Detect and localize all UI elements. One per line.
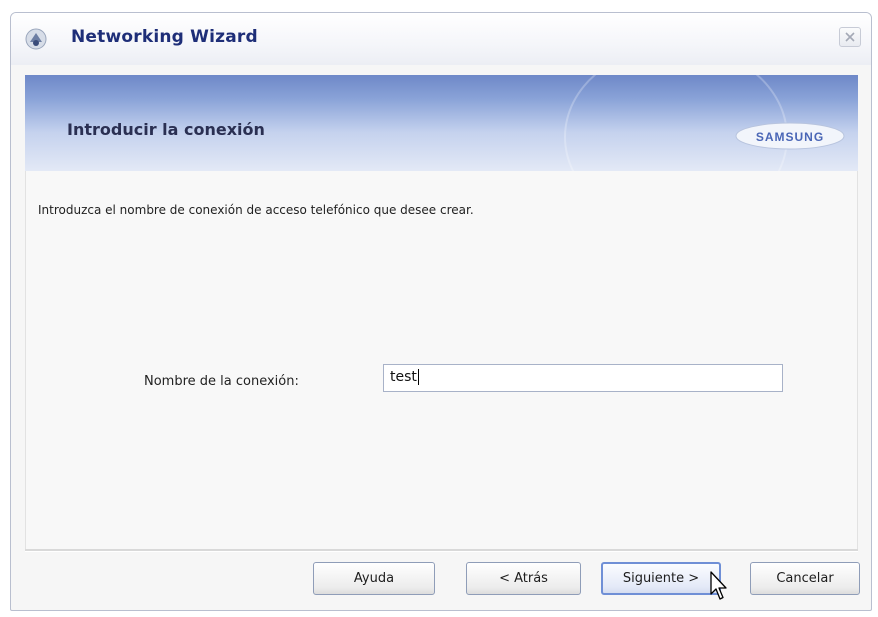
page-title: Introducir la conexión: [67, 120, 265, 139]
samsung-logo: SAMSUNG: [734, 121, 846, 151]
close-icon: [845, 32, 855, 42]
brand-text: SAMSUNG: [756, 130, 824, 144]
header-banner: Introducir la conexión SAMSUNG: [25, 75, 858, 171]
wizard-window: Networking Wizard Introducir la conexión…: [10, 12, 872, 611]
wizard-content: Introduzca el nombre de conexión de acce…: [25, 171, 858, 549]
help-button[interactable]: Ayuda: [313, 562, 435, 595]
next-button[interactable]: Siguiente >: [601, 562, 721, 595]
network-wizard-icon: [25, 28, 47, 50]
window-title: Networking Wizard: [71, 27, 258, 47]
button-bar: Ayuda < Atrás Siguiente > Cancelar: [11, 562, 871, 602]
text-caret: [417, 369, 419, 385]
connection-name-input[interactable]: test: [383, 364, 783, 392]
instruction-text: Introduzca el nombre de conexión de acce…: [38, 203, 474, 217]
close-button[interactable]: [839, 27, 861, 47]
footer-divider: [25, 549, 858, 552]
cancel-button[interactable]: Cancelar: [750, 562, 860, 595]
back-button[interactable]: < Atrás: [466, 562, 581, 595]
title-bar: Networking Wizard: [11, 13, 871, 65]
mouse-pointer-icon: [709, 570, 729, 602]
connection-name-label: Nombre de la conexión:: [144, 374, 299, 389]
connection-name-value: test: [390, 369, 417, 385]
